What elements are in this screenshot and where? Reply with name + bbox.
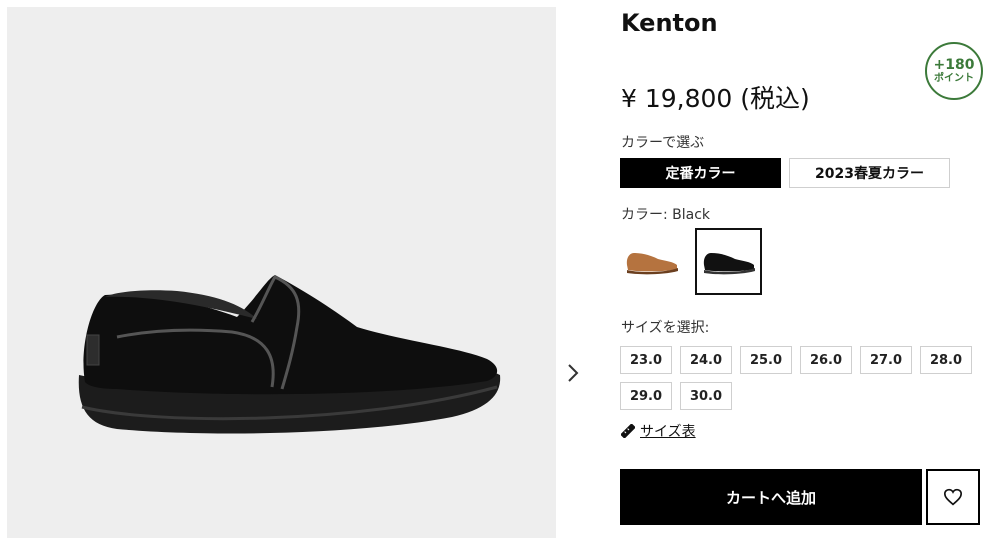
shoe-thumbnail-chestnut <box>626 252 678 274</box>
current-color-label: カラー: Black <box>621 207 711 223</box>
shoe-thumbnail-black <box>703 252 755 274</box>
size-option-25[interactable]: 25.0 <box>740 346 792 374</box>
product-price: ¥ 19,800 (税込) <box>621 84 810 113</box>
size-option-28[interactable]: 28.0 <box>920 346 972 374</box>
size-option-27[interactable]: 27.0 <box>860 346 912 374</box>
points-badge: +180 ポイント <box>925 42 983 100</box>
points-value: +180 <box>933 57 975 73</box>
size-guide-link[interactable]: サイズ表 <box>621 422 696 440</box>
chevron-right-icon <box>568 364 579 382</box>
heart-icon <box>943 488 963 506</box>
swatch-black[interactable] <box>695 228 762 295</box>
tab-standard-colors[interactable]: 定番カラー <box>620 158 781 188</box>
gallery-next-button[interactable] <box>562 360 584 386</box>
size-option-29[interactable]: 29.0 <box>620 382 672 410</box>
product-gallery <box>7 7 556 538</box>
tab-2023-ss-colors[interactable]: 2023春夏カラー <box>789 158 950 188</box>
size-option-23[interactable]: 23.0 <box>620 346 672 374</box>
size-guide-label: サイズ表 <box>640 424 696 440</box>
size-option-24[interactable]: 24.0 <box>680 346 732 374</box>
size-selector-label: サイズを選択: <box>621 320 710 336</box>
swatch-chestnut[interactable] <box>618 228 685 295</box>
product-title: Kenton <box>621 9 718 37</box>
size-option-30[interactable]: 30.0 <box>680 382 732 410</box>
points-unit: ポイント <box>934 73 974 84</box>
color-selector-label: カラーで選ぶ <box>621 135 705 151</box>
favorite-button[interactable] <box>926 469 980 525</box>
size-option-26[interactable]: 26.0 <box>800 346 852 374</box>
ruler-icon <box>621 424 635 438</box>
product-image <box>78 275 501 434</box>
add-to-cart-button[interactable]: カートへ追加 <box>620 469 922 525</box>
